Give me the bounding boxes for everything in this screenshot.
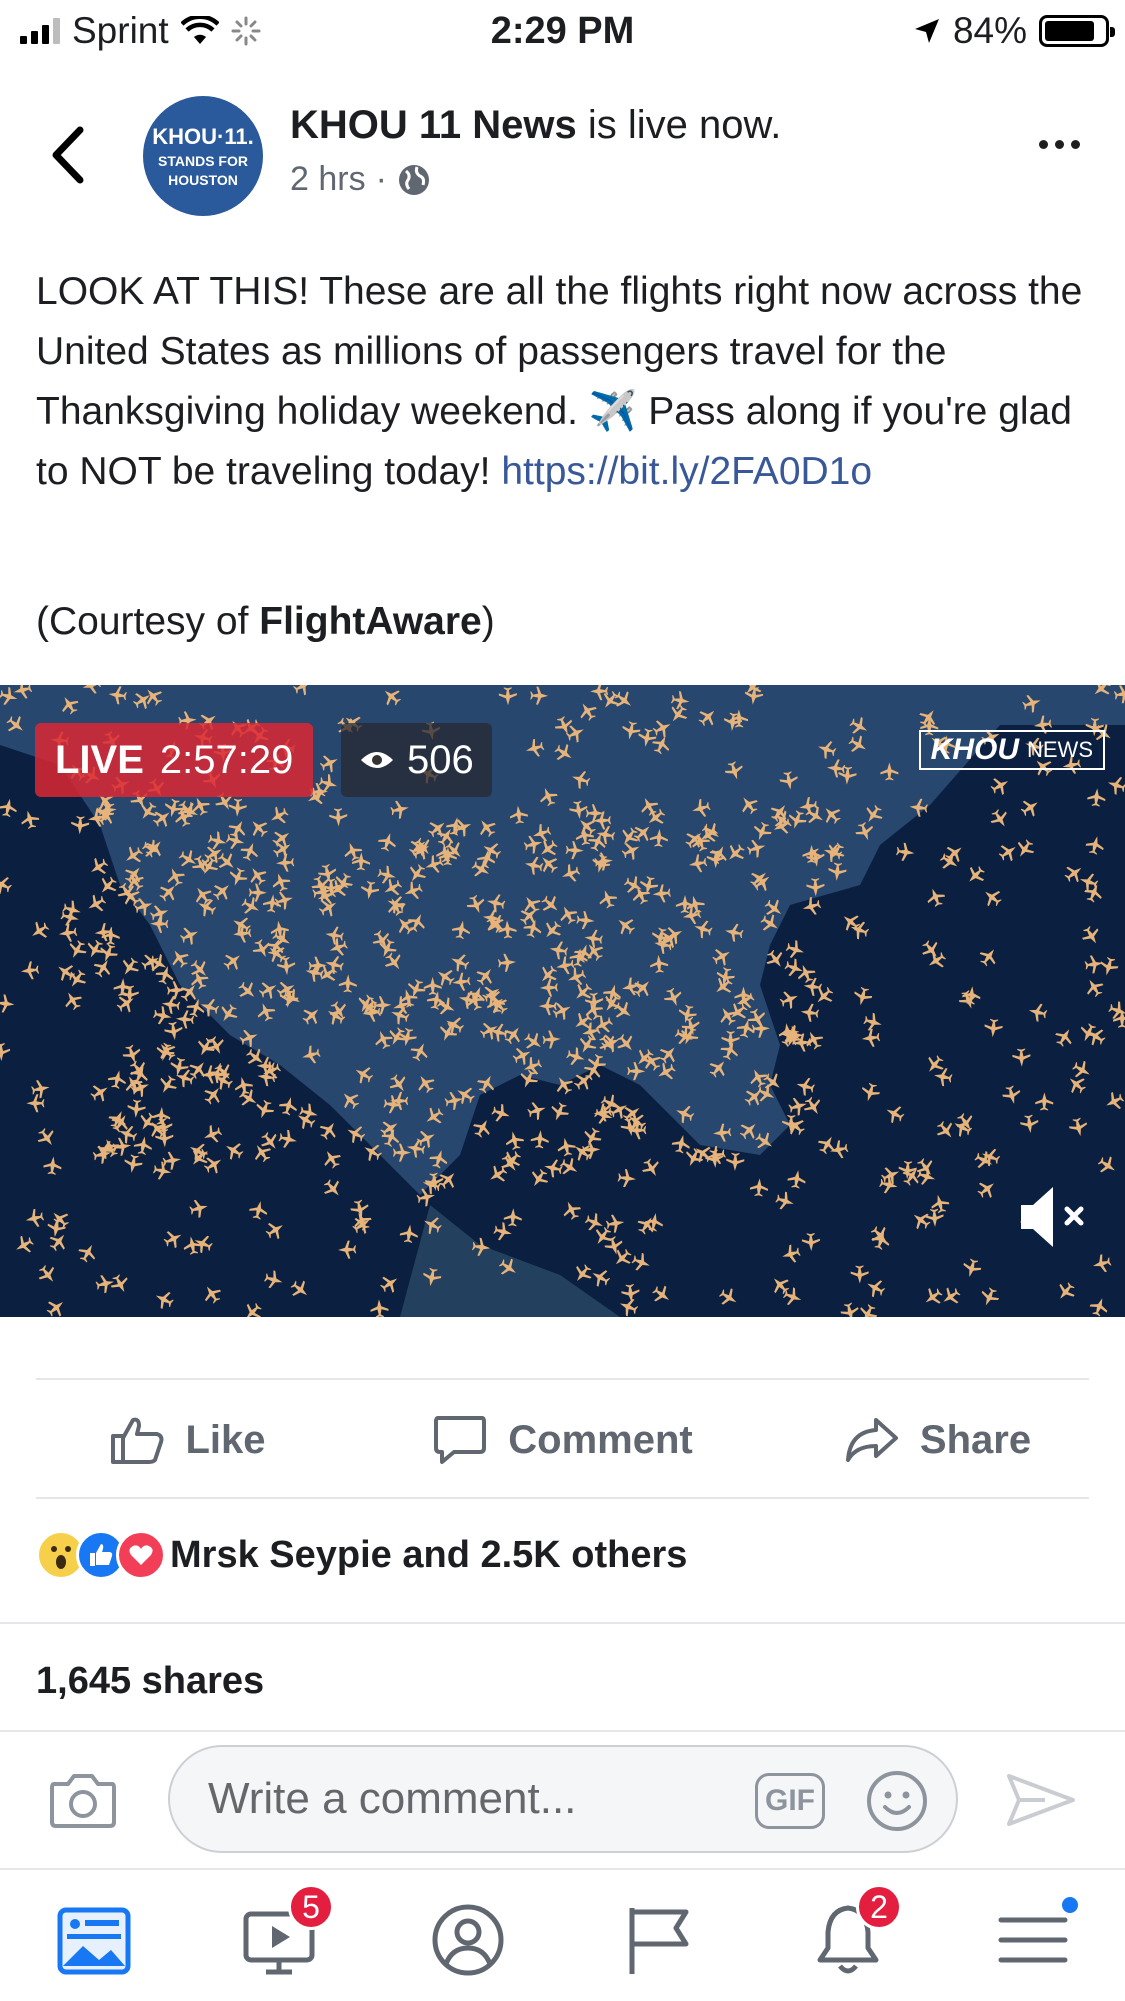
- flag-icon: [629, 1908, 689, 1974]
- avatar-tagline-2: HOUSTON: [168, 172, 238, 188]
- news-logo-k: KHOU: [930, 733, 1019, 766]
- thumbs-up-icon: [111, 1417, 164, 1464]
- page-avatar[interactable]: KHOU·11. STANDS FOR HOUSTON: [143, 96, 263, 216]
- post-courtesy: (Courtesy of FlightAware): [36, 600, 495, 644]
- courtesy-source: FlightAware: [259, 600, 482, 643]
- back-button[interactable]: [40, 120, 100, 190]
- status-bar: Sprint 2:29 PM 84%: [0, 0, 1125, 62]
- separator-shares: [0, 1730, 1125, 1732]
- like-button[interactable]: Like: [0, 1414, 375, 1466]
- notifications-badge: 2: [856, 1884, 902, 1930]
- avatar-tagline-1: STANDS FOR: [158, 153, 248, 169]
- camera-icon[interactable]: [48, 1770, 118, 1830]
- khou-news-logo: KHOU NEWS: [918, 730, 1105, 770]
- post-header: KHOU 11 News is live now. 2 hrs ·: [290, 103, 781, 199]
- battery-fill: [1045, 21, 1094, 41]
- courtesy-prefix: (Courtesy of: [36, 600, 260, 643]
- tab-profile[interactable]: [428, 1900, 508, 1980]
- viewer-count: 506: [341, 723, 492, 797]
- comment-label: Comment: [508, 1417, 693, 1462]
- reaction-icons: [36, 1530, 166, 1580]
- news-feed-icon: [57, 1907, 131, 1975]
- avatar-logo-text: KHOU·11.: [152, 124, 254, 149]
- live-video-player[interactable]: LIVE 2:57:29 506 KHOU NEWS: [0, 685, 1125, 1317]
- post-actions-bar: Like Comment Share: [0, 1380, 1125, 1500]
- comment-input[interactable]: [208, 1747, 708, 1851]
- viewer-number: 506: [407, 737, 474, 782]
- divider-bottom: [36, 1497, 1089, 1499]
- share-count[interactable]: 1,645 shares: [36, 1660, 264, 1703]
- share-button[interactable]: Share: [750, 1414, 1125, 1466]
- battery-percent: 84%: [952, 10, 1027, 51]
- news-logo-text: NEWS: [1027, 737, 1093, 762]
- love-reaction-icon: [116, 1530, 166, 1580]
- mute-toggle-button[interactable]: [1015, 1177, 1095, 1257]
- tab-notifications[interactable]: 2: [808, 1884, 902, 1980]
- page-name-link[interactable]: KHOU 11 News: [290, 103, 577, 147]
- more-dot: [1039, 140, 1048, 149]
- reactions-summary[interactable]: Mrsk Seypie and 2.5K others: [36, 1530, 687, 1580]
- post-time[interactable]: 2 hrs: [290, 160, 366, 199]
- more-dot: [1071, 140, 1080, 149]
- location-arrow-icon: [914, 19, 939, 43]
- gif-button[interactable]: GIF: [755, 1773, 825, 1829]
- eye-icon: [361, 752, 393, 768]
- post-link[interactable]: https://bit.ly/2FA0D1o: [501, 450, 872, 493]
- menu-notification-dot: [1059, 1894, 1081, 1916]
- tab-pages[interactable]: [620, 1900, 700, 1980]
- post-body: LOOK AT THIS! These are all the flights …: [36, 262, 1096, 502]
- courtesy-suffix: ): [481, 600, 495, 643]
- tab-watch[interactable]: 5: [240, 1884, 334, 1980]
- live-duration: 2:57:29: [159, 737, 294, 782]
- share-arrow-icon: [845, 1418, 898, 1462]
- like-label: Like: [185, 1417, 266, 1462]
- gif-label: GIF: [765, 1784, 815, 1817]
- bottom-tab-bar: 5 2: [0, 1868, 1125, 2001]
- more-options-button[interactable]: [1039, 140, 1080, 149]
- share-label: Share: [919, 1417, 1032, 1462]
- separator-reactions: [0, 1622, 1125, 1624]
- emoji-icon[interactable]: [865, 1769, 929, 1833]
- profile-icon: [432, 1904, 504, 1976]
- send-button[interactable]: [1005, 1770, 1077, 1830]
- meta-dot: ·: [375, 160, 387, 198]
- globe-icon: [398, 164, 429, 195]
- post-meta: 2 hrs ·: [290, 160, 781, 199]
- comment-composer: GIF: [168, 1745, 958, 1853]
- live-label: LIVE: [55, 737, 144, 782]
- more-dot: [1055, 140, 1064, 149]
- tab-menu[interactable]: [995, 1894, 1081, 1980]
- tab-news-feed[interactable]: [55, 1900, 135, 1980]
- live-status-text: is live now.: [587, 103, 782, 147]
- battery-icon: [1039, 15, 1115, 47]
- status-right: 84%: [913, 10, 1115, 52]
- live-badge: LIVE 2:57:29: [35, 723, 314, 797]
- post-header-title: KHOU 11 News is live now.: [290, 103, 781, 148]
- reactions-text: Mrsk Seypie and 2.5K others: [170, 1533, 688, 1576]
- watch-badge: 5: [288, 1884, 334, 1930]
- comment-bubble-icon: [434, 1416, 487, 1464]
- comment-button[interactable]: Comment: [375, 1414, 750, 1466]
